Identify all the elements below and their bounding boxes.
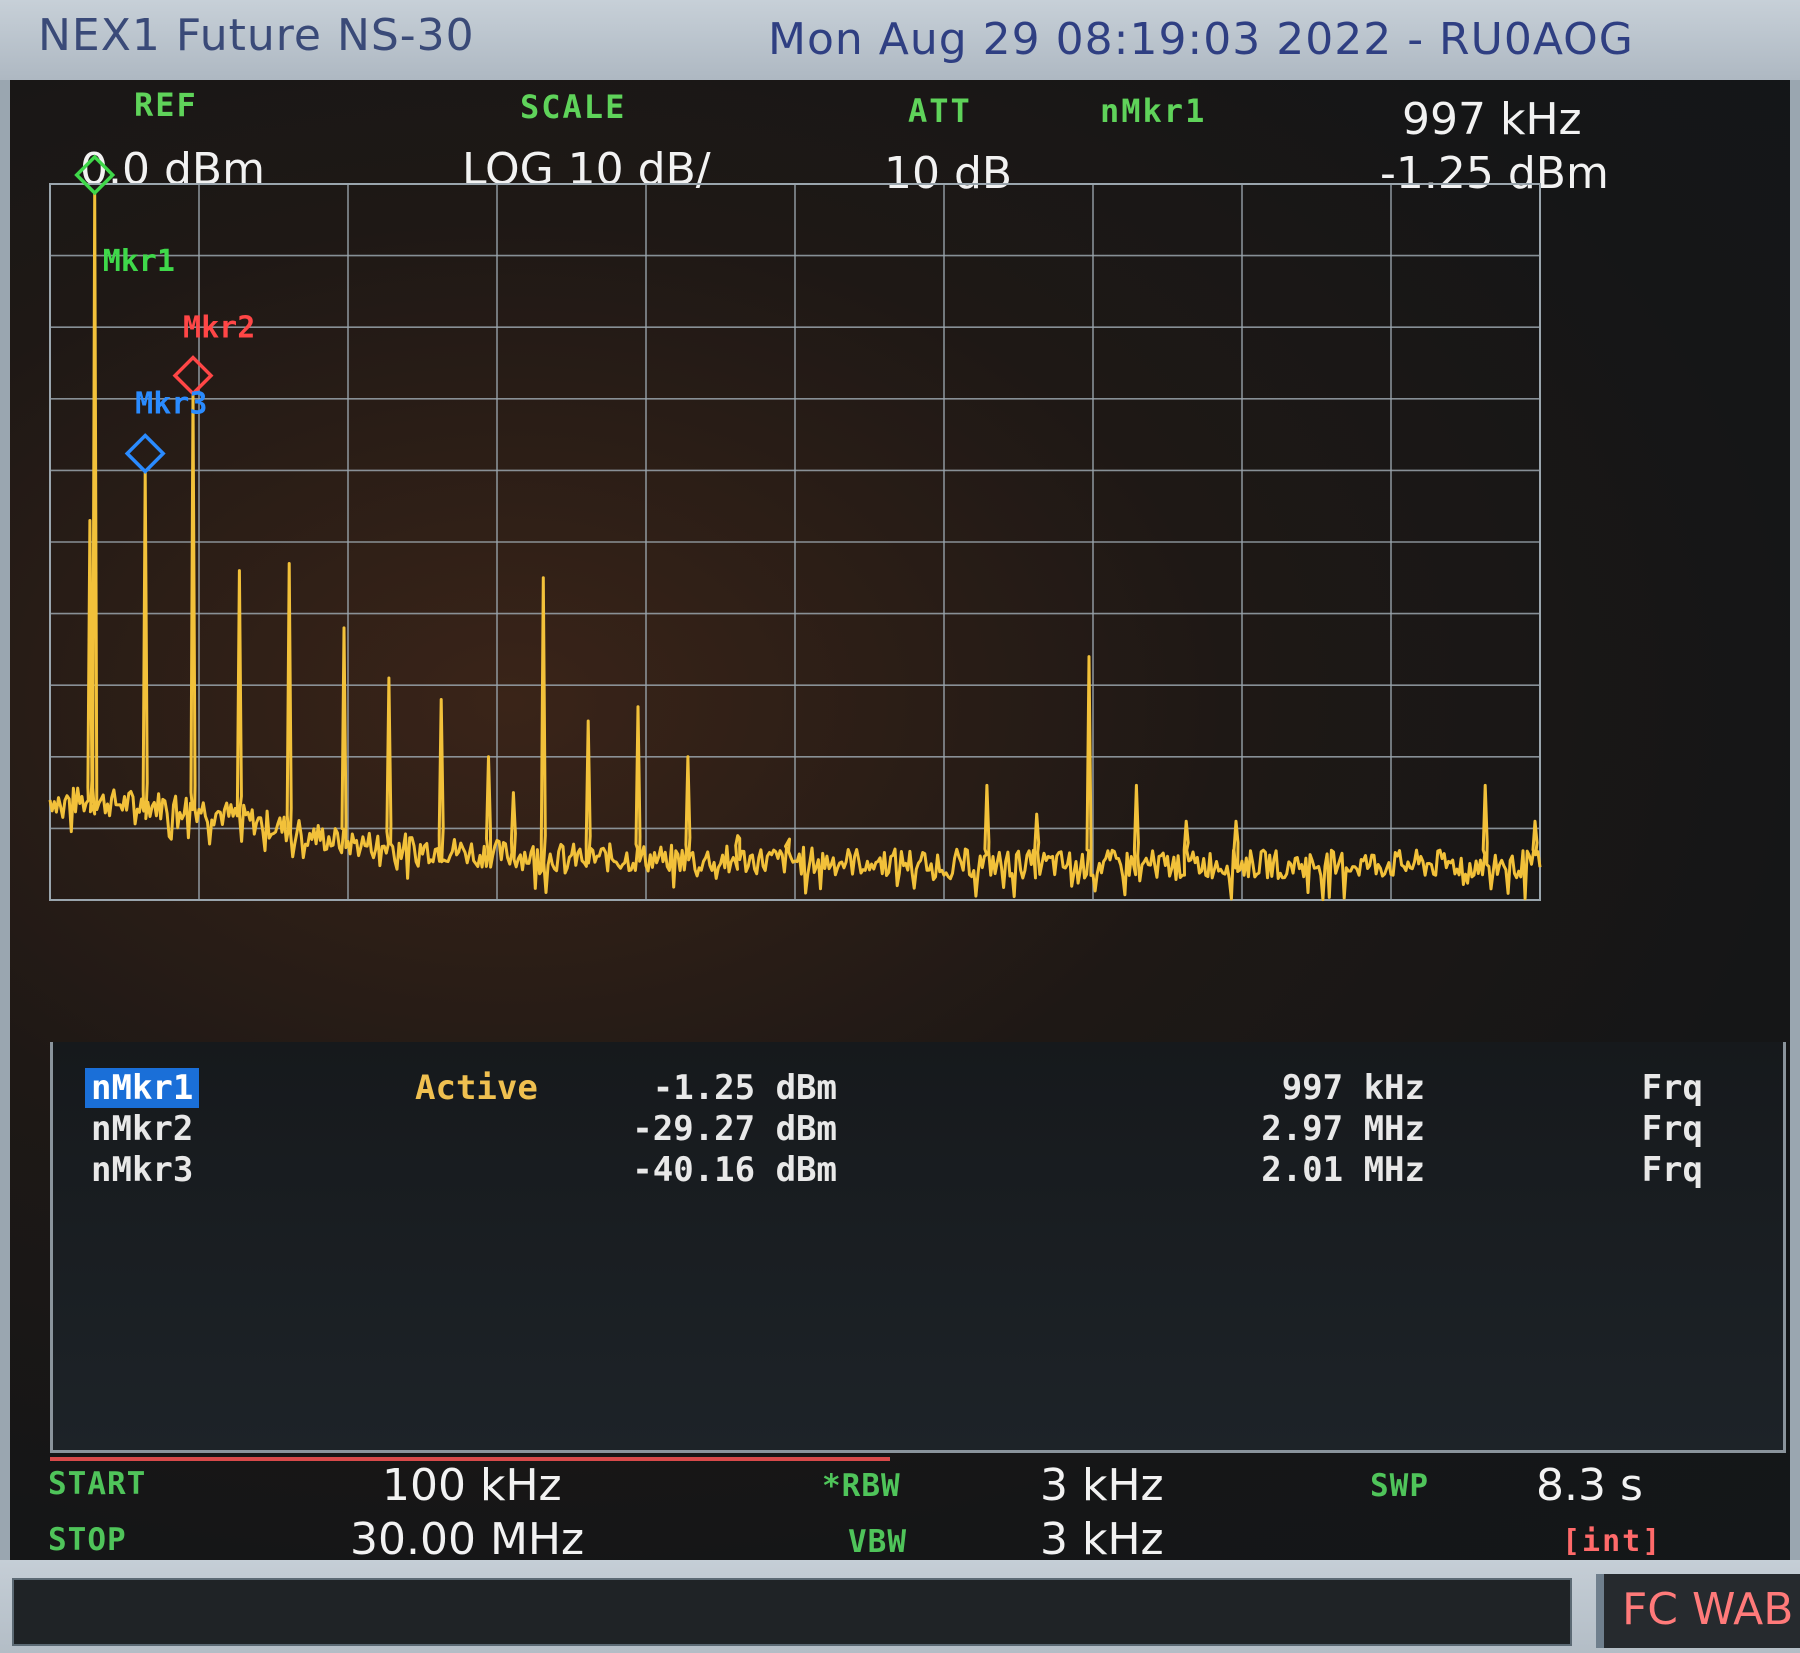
vbw-label: VBW — [848, 1524, 907, 1560]
marker-row[interactable]: nMkr1 Active -1.25 dBm 997 kHz Frq — [53, 1068, 1783, 1110]
softkey-area[interactable] — [12, 1578, 1572, 1646]
bottom-bar: FC WAB — [0, 1560, 1800, 1653]
start-value: 100 kHz — [382, 1460, 562, 1511]
marker-amplitude: -40.16 dBm — [632, 1150, 837, 1190]
rbw-value: 3 kHz — [1040, 1460, 1164, 1511]
marker-layer: Mkr1Mkr2 Mkr3 — [74, 154, 255, 475]
marker-name: nMkr2 — [91, 1109, 194, 1149]
marker-name: nMkr3 — [91, 1150, 194, 1190]
sweep-value: 8.3 s — [1536, 1460, 1643, 1511]
marker-mode: Frq — [1641, 1150, 1703, 1190]
mkr1-diamond — [74, 154, 116, 196]
status-badge-text: FC WAB — [1622, 1584, 1794, 1635]
stop-value: 30.00 MHz — [350, 1514, 585, 1560]
mkr3-label: Mkr3 — [135, 387, 207, 422]
mkr2-label: Mkr2 — [183, 311, 255, 346]
instrument-model: NEX1 Future NS-30 — [38, 10, 475, 61]
vbw-value: 3 kHz — [1040, 1514, 1164, 1560]
marker-name: nMkr1 — [85, 1068, 200, 1108]
marker-row[interactable]: nMkr3 -40.16 dBm 2.01 MHz Frq — [53, 1150, 1783, 1192]
graticule — [49, 183, 1541, 901]
status-badge: FC WAB — [1596, 1574, 1800, 1648]
stop-label: STOP — [48, 1522, 127, 1558]
rbw-label: *RBW — [822, 1468, 901, 1504]
start-label: START — [48, 1466, 147, 1502]
mkr1-label: Mkr1 — [103, 244, 175, 279]
marker-row[interactable]: nMkr2 -29.27 dBm 2.97 MHz Frq — [53, 1109, 1783, 1151]
marker-table: nMkr1 Active -1.25 dBm 997 kHz Frq nMkr2… — [50, 1042, 1786, 1453]
sweep-label: SWP — [1370, 1468, 1429, 1504]
marker-mode: Frq — [1641, 1068, 1703, 1108]
marker-frequency: 2.97 MHz — [1261, 1109, 1425, 1149]
datetime-callsign: Mon Aug 29 08:19:03 2022 - RU0AOG — [768, 14, 1634, 65]
spectrum-graph[interactable]: Mkr1Mkr2 Mkr3 — [10, 80, 1790, 1040]
marker-frequency: 2.01 MHz — [1261, 1150, 1425, 1190]
mkr3-diamond — [124, 433, 166, 475]
marker-frequency: 997 kHz — [1281, 1068, 1425, 1108]
marker-amplitude: -1.25 dBm — [652, 1068, 837, 1108]
marker-mode: Frq — [1641, 1109, 1703, 1149]
marker-amplitude: -29.27 dBm — [632, 1109, 837, 1149]
marker-state: Active — [415, 1068, 538, 1108]
title-bar: NEX1 Future NS-30 Mon Aug 29 08:19:03 20… — [0, 0, 1800, 80]
sweep-mode: [int] — [1562, 1524, 1663, 1559]
analyzer-screen: REF 0.0 dBm SCALE LOG 10 dB/ ATT 10 dB n… — [10, 80, 1790, 1560]
